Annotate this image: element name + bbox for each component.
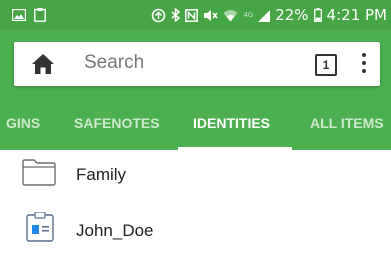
list-item-label: Family xyxy=(76,165,127,184)
mute-icon xyxy=(204,9,218,21)
sync-icon xyxy=(152,8,166,22)
wifi-icon xyxy=(223,9,238,21)
bluetooth-icon xyxy=(171,8,181,22)
app-bar: Search 1 GINS SAFENOTES IDENTITIES ALL I… xyxy=(0,30,391,150)
battery-icon xyxy=(313,8,322,22)
folder-icon xyxy=(22,159,56,186)
category-tabs: GINS SAFENOTES IDENTITIES ALL ITEMS xyxy=(0,102,391,150)
battery-percent: 22% xyxy=(275,6,309,24)
lte-signal-icon xyxy=(258,9,271,22)
tab-all-items[interactable]: ALL ITEMS xyxy=(310,102,384,147)
list-item-label: John_Doe xyxy=(76,221,154,240)
tab-count-button[interactable]: 1 xyxy=(315,54,337,76)
list-item-family[interactable]: Family xyxy=(0,148,391,204)
tab-identities[interactable]: IDENTITIES xyxy=(193,102,270,147)
lte-label: 4G xyxy=(243,11,254,19)
clipboard-icon xyxy=(34,8,46,22)
more-options-icon[interactable] xyxy=(361,53,367,75)
search-input[interactable]: Search xyxy=(84,52,144,74)
image-icon xyxy=(12,9,26,21)
search-bar[interactable]: Search 1 xyxy=(14,42,380,86)
home-icon[interactable] xyxy=(32,54,54,74)
identity-card-icon xyxy=(26,212,54,242)
list-item-john-doe[interactable]: John_Doe xyxy=(0,204,391,260)
status-bar: 4G 22% 4:21 PM xyxy=(0,0,391,30)
clock: 4:21 PM xyxy=(326,6,387,24)
tab-safenotes[interactable]: SAFENOTES xyxy=(74,102,160,147)
nfc-icon xyxy=(185,8,199,22)
tab-logins[interactable]: GINS xyxy=(6,102,40,147)
